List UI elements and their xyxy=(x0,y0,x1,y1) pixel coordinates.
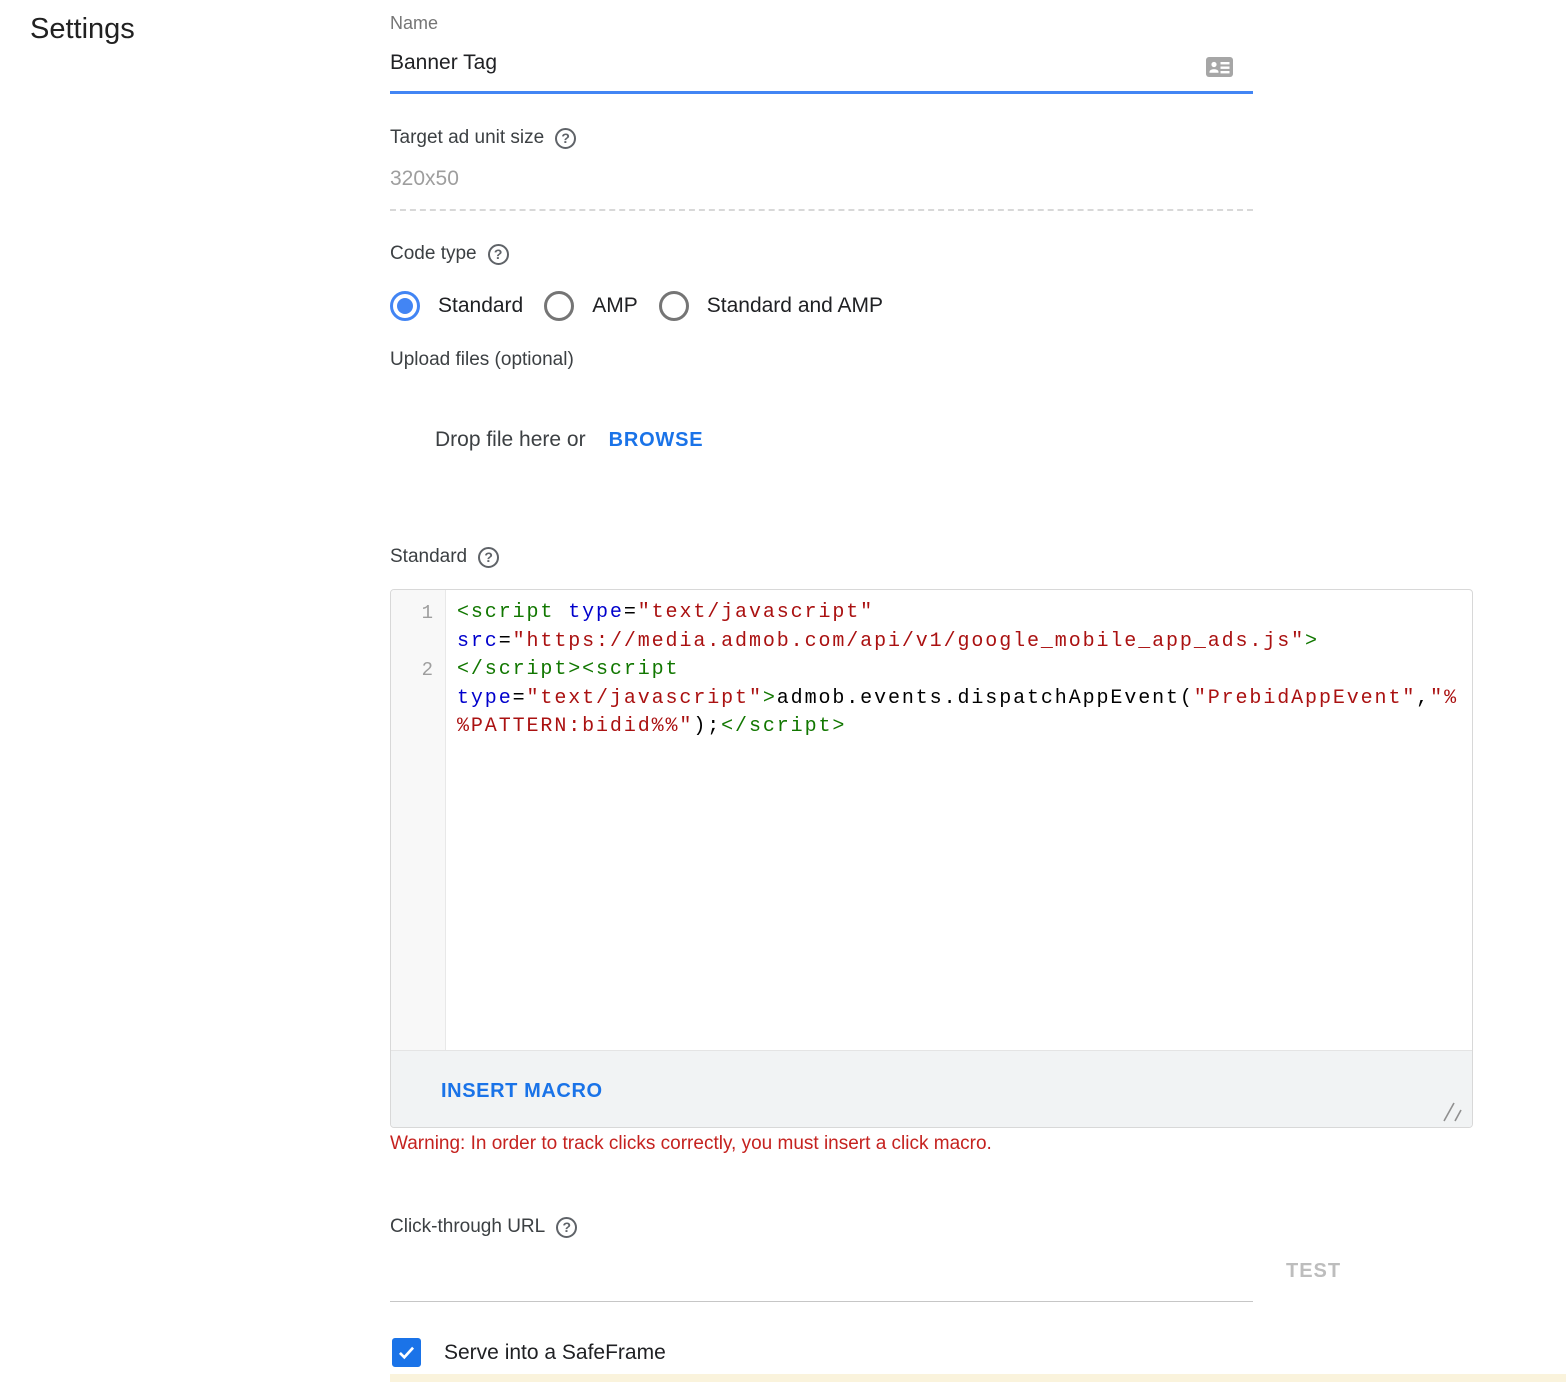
name-focus-underline xyxy=(390,91,1253,94)
test-button[interactable]: TEST xyxy=(1286,1260,1341,1283)
safeframe-label: Serve into a SafeFrame xyxy=(444,1341,666,1365)
page-title: Settings xyxy=(30,12,135,46)
name-input[interactable]: Banner Tag xyxy=(390,51,497,75)
target-ad-unit-size-label: Target ad unit size ? xyxy=(390,127,576,149)
notice-bar xyxy=(390,1374,1566,1382)
file-drop-zone[interactable]: Drop file here or BROWSE xyxy=(435,428,703,452)
browse-button[interactable]: BROWSE xyxy=(609,429,704,452)
radio-icon[interactable] xyxy=(544,291,574,321)
click-through-url-label: Click-through URL ? xyxy=(390,1216,577,1238)
radio-icon[interactable] xyxy=(390,291,420,321)
code-editor-footer: INSERT MACRO xyxy=(391,1050,1472,1128)
safeframe-checkbox[interactable] xyxy=(392,1338,421,1367)
radio-option-standard[interactable]: Standard xyxy=(390,291,523,321)
code-type-label: Code type ? xyxy=(390,243,509,265)
radio-icon[interactable] xyxy=(659,291,689,321)
code-text: </script><script type="text/javascript">… xyxy=(457,656,1461,742)
click-through-url-underline xyxy=(390,1301,1253,1302)
name-label: Name xyxy=(390,13,438,34)
line-number: 2 xyxy=(391,656,433,685)
code-editor: 1 <script type="text/javascript" src="htt… xyxy=(390,589,1473,1128)
insert-macro-button[interactable]: INSERT MACRO xyxy=(441,1080,603,1103)
settings-page: Settings Name Banner Tag Target ad unit … xyxy=(0,0,1566,1382)
help-icon[interactable]: ? xyxy=(488,244,509,265)
click-through-url-input[interactable] xyxy=(390,1252,1253,1302)
resize-handle-icon[interactable] xyxy=(1441,1101,1463,1123)
radio-option-amp[interactable]: AMP xyxy=(544,291,638,321)
code-line[interactable]: 1 <script type="text/javascript" src="htt… xyxy=(391,599,1472,656)
radio-label: Standard and AMP xyxy=(707,294,883,318)
checkmark-icon xyxy=(396,1342,417,1363)
help-icon[interactable]: ? xyxy=(478,547,499,568)
code-text: <script type="text/javascript" src="http… xyxy=(457,599,1461,656)
help-icon[interactable]: ? xyxy=(555,128,576,149)
click-macro-warning: Warning: In order to track clicks correc… xyxy=(390,1133,992,1155)
disabled-field-underline xyxy=(390,209,1253,211)
target-ad-unit-size-value: 320x50 xyxy=(390,167,459,191)
code-editor-body[interactable]: 1 <script type="text/javascript" src="htt… xyxy=(391,590,1472,1050)
code-editor-content[interactable]: 1 <script type="text/javascript" src="htt… xyxy=(391,590,1472,742)
code-line[interactable]: 2 </script><script type="text/javascript"… xyxy=(391,656,1472,742)
radio-label: AMP xyxy=(592,294,638,318)
drop-file-text: Drop file here or xyxy=(435,428,586,452)
code-type-radio-group: Standard AMP Standard and AMP xyxy=(390,291,904,321)
contact-card-icon[interactable] xyxy=(1206,56,1233,78)
upload-files-label: Upload files (optional) xyxy=(390,349,574,371)
safeframe-option: Serve into a SafeFrame xyxy=(392,1338,666,1367)
radio-label: Standard xyxy=(438,294,523,318)
standard-code-label: Standard ? xyxy=(390,546,499,568)
radio-option-standard-and-amp[interactable]: Standard and AMP xyxy=(659,291,883,321)
line-number: 1 xyxy=(391,599,433,628)
help-icon[interactable]: ? xyxy=(556,1217,577,1238)
